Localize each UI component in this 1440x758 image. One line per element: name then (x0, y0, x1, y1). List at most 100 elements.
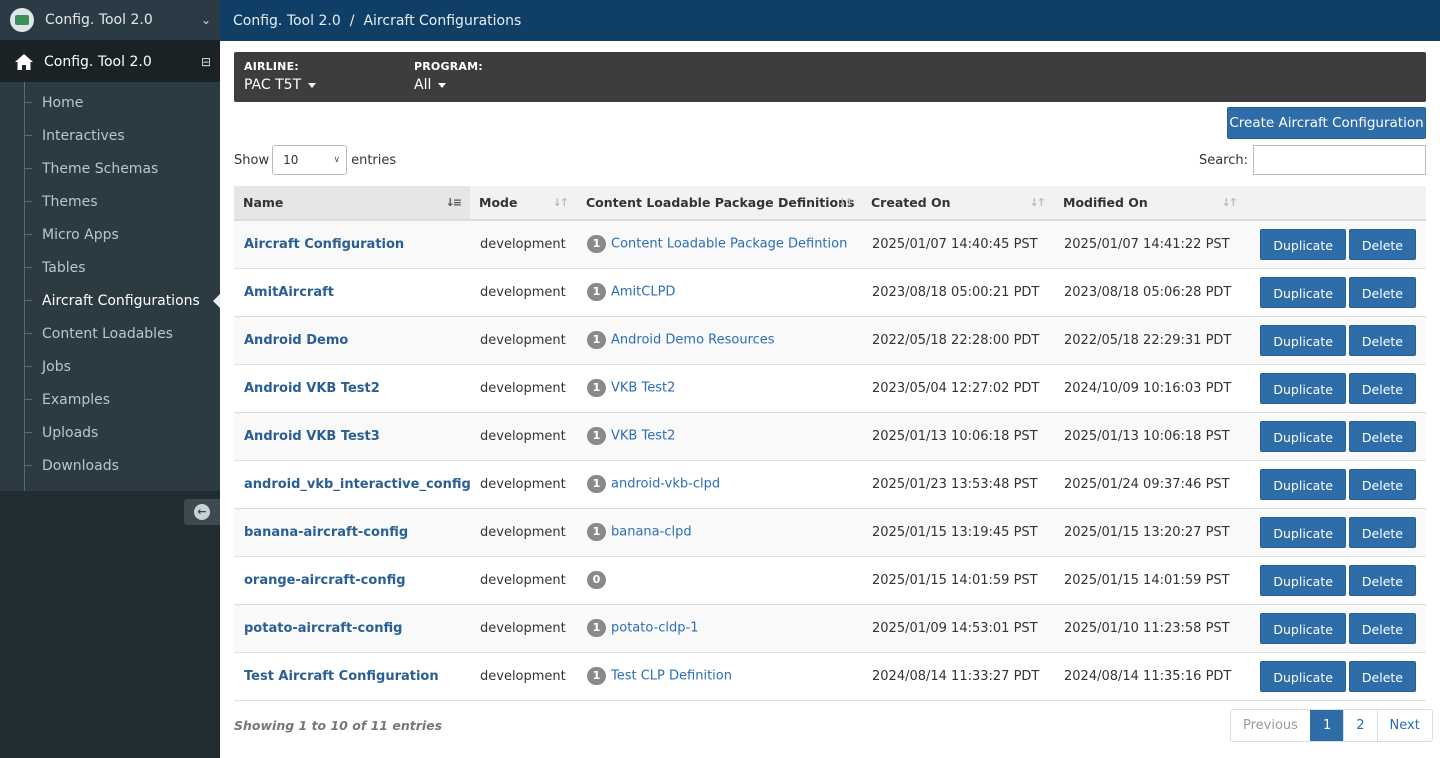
cell-modified-on: 2024/08/14 11:35:16 PDT (1054, 652, 1246, 701)
pagination-page-1[interactable]: 1 (1309, 710, 1344, 741)
delete-button[interactable]: Delete (1348, 660, 1416, 692)
sidebar-item-themes[interactable]: Themes (0, 185, 220, 218)
sidebar: Config. Tool 2.0 ⌄ Config. Tool 2.0 ⊟ Ho… (0, 0, 220, 758)
clp-link[interactable]: AmitCLPD (611, 285, 675, 300)
delete-button[interactable]: Delete (1348, 468, 1416, 500)
column-header-clp[interactable]: Content Loadable Package Definitions ↓↑ (577, 186, 862, 221)
clp-link[interactable]: VKB Test2 (611, 381, 675, 396)
app-selector[interactable]: Config. Tool 2.0 ⌄ (0, 0, 220, 41)
column-header-name[interactable]: Name ↓≡ (234, 186, 470, 221)
duplicate-button[interactable]: Duplicate (1260, 324, 1346, 356)
clp-count-badge: 1 (587, 427, 606, 445)
clp-link[interactable]: Android Demo Resources (611, 333, 775, 348)
cell-actions: Duplicate Delete (1246, 316, 1426, 365)
delete-button[interactable]: Delete (1348, 276, 1416, 308)
entries-select[interactable]: 10 ∨ (272, 145, 348, 175)
cell-modified-on: 2025/01/10 11:23:58 PST (1054, 604, 1246, 653)
clp-link[interactable]: VKB Test2 (611, 429, 675, 444)
cell-modified-on: 2022/05/18 22:29:31 PDT (1054, 316, 1246, 365)
program-filter[interactable]: PROGRAM: All (414, 60, 483, 93)
cell-name: orange-aircraft-config (234, 556, 470, 605)
clp-count-badge: 1 (587, 331, 606, 349)
configuration-name-link[interactable]: Android VKB Test3 (244, 429, 380, 444)
sort-icon: ↓↑ (1221, 196, 1239, 209)
clp-link[interactable]: potato-cldp-1 (611, 621, 698, 636)
cell-actions: Duplicate Delete (1246, 268, 1426, 317)
clp-count-badge: 1 (587, 235, 606, 254)
search-input[interactable] (1253, 145, 1426, 175)
configuration-name-link[interactable]: Test Aircraft Configuration (244, 669, 439, 684)
clp-link[interactable]: Content Loadable Package Defintion (611, 237, 847, 252)
configuration-name-link[interactable]: Aircraft Configuration (244, 237, 404, 252)
cell-mode: development (470, 508, 577, 557)
sidebar-item-content-loadables[interactable]: Content Loadables (0, 317, 220, 350)
sidebar-item-jobs[interactable]: Jobs (0, 350, 220, 383)
duplicate-button[interactable]: Duplicate (1260, 612, 1346, 644)
duplicate-button[interactable]: Duplicate (1260, 468, 1346, 500)
delete-button[interactable]: Delete (1348, 372, 1416, 404)
chevron-down-icon: ∨ (333, 155, 341, 165)
configuration-name-link[interactable]: android_vkb_interactive_config (244, 477, 470, 492)
pagination-previous[interactable]: Previous (1231, 710, 1310, 741)
cell-mode: development (470, 220, 577, 269)
column-header-modified[interactable]: Modified On ↓↑ (1054, 186, 1246, 221)
duplicate-button[interactable]: Duplicate (1260, 228, 1346, 260)
cell-actions: Duplicate Delete (1246, 412, 1426, 461)
breadcrumb-root[interactable]: Config. Tool 2.0 (233, 13, 341, 29)
configuration-name-link[interactable]: Android VKB Test2 (244, 381, 380, 396)
delete-button[interactable]: Delete (1348, 516, 1416, 548)
sidebar-item-interactives[interactable]: Interactives (0, 119, 220, 152)
configuration-name-link[interactable]: orange-aircraft-config (244, 573, 406, 588)
cell-mode: development (470, 316, 577, 365)
create-aircraft-configuration-button[interactable]: Create Aircraft Configuration (1227, 107, 1426, 139)
pagination-next[interactable]: Next (1376, 710, 1432, 741)
duplicate-button[interactable]: Duplicate (1260, 660, 1346, 692)
sidebar-item-examples[interactable]: Examples (0, 383, 220, 416)
sidebar-item-tables[interactable]: Tables (0, 251, 220, 284)
sidebar-item-theme-schemas[interactable]: Theme Schemas (0, 152, 220, 185)
caret-down-icon (438, 82, 447, 88)
cell-name: Android Demo (234, 316, 470, 365)
sidebar-item-uploads[interactable]: Uploads (0, 416, 220, 449)
configuration-name-link[interactable]: AmitAircraft (244, 285, 334, 300)
column-header-mode[interactable]: Mode ↓↑ (470, 186, 577, 221)
table-row: Android VKB Test2 development 1 VKB Test2 20… (234, 364, 1426, 413)
sidebar-item-home[interactable]: Home (0, 86, 220, 119)
table-row: banana-aircraft-config development 1 banana… (234, 508, 1426, 557)
duplicate-button[interactable]: Duplicate (1260, 516, 1346, 548)
cell-clp: 1 Test CLP Definition (577, 652, 862, 701)
cell-modified-on: 2025/01/07 14:41:22 PST (1054, 220, 1246, 269)
cell-mode: development (470, 604, 577, 653)
sidebar-item-aircraft-configurations[interactable]: Aircraft Configurations (0, 284, 220, 317)
duplicate-button[interactable]: Duplicate (1260, 276, 1346, 308)
configuration-name-link[interactable]: Android Demo (244, 333, 348, 348)
nav-section-header[interactable]: Config. Tool 2.0 ⊟ (0, 41, 220, 82)
airline-filter[interactable]: AIRLINE: PAC T5T (244, 60, 317, 93)
clp-link[interactable]: android-vkb-clpd (611, 477, 720, 492)
duplicate-button[interactable]: Duplicate (1260, 564, 1346, 596)
cell-modified-on: 2025/01/15 13:20:27 PST (1054, 508, 1246, 557)
cell-clp: 1 android-vkb-clpd (577, 460, 862, 509)
duplicate-button[interactable]: Duplicate (1260, 420, 1346, 452)
clp-link[interactable]: banana-clpd (611, 525, 692, 540)
delete-button[interactable]: Delete (1348, 228, 1416, 260)
sidebar-item-downloads[interactable]: Downloads (0, 449, 220, 482)
pagination-page-2[interactable]: 2 (1343, 710, 1376, 741)
chevron-down-icon[interactable]: ⌄ (192, 13, 220, 27)
arrow-left-circle-icon: ← (194, 504, 210, 520)
sidebar-item-micro-apps[interactable]: Micro Apps (0, 218, 220, 251)
clp-count-badge: 1 (587, 667, 606, 685)
cell-modified-on: 2024/10/09 10:16:03 PDT (1054, 364, 1246, 413)
sidebar-collapse-button[interactable]: ← (184, 499, 220, 525)
column-header-created[interactable]: Created On ↓↑ (862, 186, 1054, 221)
configuration-name-link[interactable]: potato-aircraft-config (244, 621, 402, 636)
clp-link[interactable]: Test CLP Definition (611, 669, 732, 684)
delete-button[interactable]: Delete (1348, 324, 1416, 356)
delete-button[interactable]: Delete (1348, 612, 1416, 644)
configuration-name-link[interactable]: banana-aircraft-config (244, 525, 408, 540)
clp-count-badge: 1 (587, 523, 606, 541)
collapse-icon[interactable]: ⊟ (192, 55, 220, 69)
delete-button[interactable]: Delete (1348, 420, 1416, 452)
delete-button[interactable]: Delete (1348, 564, 1416, 596)
duplicate-button[interactable]: Duplicate (1260, 372, 1346, 404)
